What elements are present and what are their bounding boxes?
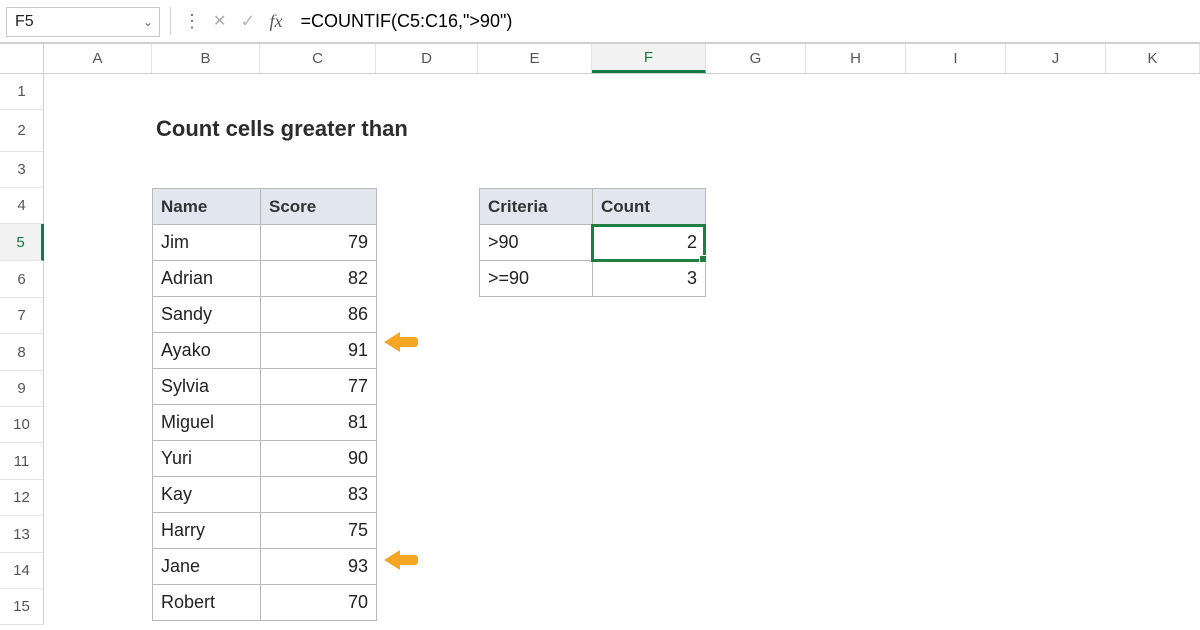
select-all-corner[interactable] [0,44,44,73]
row-header-6[interactable]: 6 [0,261,44,298]
cell-score[interactable]: 93 [261,549,377,585]
cell-score[interactable]: 90 [261,441,377,477]
col-header-H[interactable]: H [806,44,906,73]
row-header-15[interactable]: 15 [0,589,44,625]
spreadsheet-grid: A B C D E F G H I J K 1 2 3 4 5 6 7 8 9 … [0,44,1200,630]
table-row[interactable]: Jane93 [153,549,377,585]
cell-score[interactable]: 70 [261,585,377,621]
arrow-icon [384,332,418,352]
header-criteria[interactable]: Criteria [480,189,593,225]
cell-name[interactable]: Adrian [153,261,261,297]
table-header-row: Name Score [153,189,377,225]
cell-name[interactable]: Jim [153,225,261,261]
cell-count[interactable]: 3 [593,261,706,297]
row-header-14[interactable]: 14 [0,553,44,589]
cell-name[interactable]: Sandy [153,297,261,333]
name-box[interactable]: F5 ⌄ [6,7,160,37]
cell-name[interactable]: Yuri [153,441,261,477]
fx-icon[interactable]: fx [270,11,283,32]
table-row[interactable]: Jim79 [153,225,377,261]
arrow-icon [384,550,418,570]
cell-score[interactable]: 81 [261,405,377,441]
col-header-D[interactable]: D [376,44,478,73]
cell-score[interactable]: 91 [261,333,377,369]
table-row[interactable]: Miguel81 [153,405,377,441]
cell-name[interactable]: Ayako [153,333,261,369]
cell-name[interactable]: Sylvia [153,369,261,405]
cell-score[interactable]: 77 [261,369,377,405]
table-row[interactable]: Yuri90 [153,441,377,477]
row-headers: 1 2 3 4 5 6 7 8 9 10 11 12 13 14 15 [0,74,44,625]
table-row[interactable]: Adrian82 [153,261,377,297]
row-header-12[interactable]: 12 [0,480,44,516]
cell-name[interactable]: Miguel [153,405,261,441]
row-header-3[interactable]: 3 [0,152,44,188]
cell-score[interactable]: 82 [261,261,377,297]
col-header-F[interactable]: F [592,44,706,73]
header-name[interactable]: Name [153,189,261,225]
cell-score[interactable]: 75 [261,513,377,549]
cell-count[interactable]: 2 [593,225,706,261]
col-header-K[interactable]: K [1106,44,1200,73]
row-header-5[interactable]: 5 [0,224,44,261]
table-row[interactable]: Kay83 [153,477,377,513]
col-header-I[interactable]: I [906,44,1006,73]
col-header-C[interactable]: C [260,44,376,73]
table-row[interactable]: Harry75 [153,513,377,549]
cell-criteria[interactable]: >90 [480,225,593,261]
table-row[interactable]: Sandy86 [153,297,377,333]
cell-score[interactable]: 79 [261,225,377,261]
row-header-8[interactable]: 8 [0,334,44,371]
cell-name[interactable]: Harry [153,513,261,549]
row-header-7[interactable]: 7 [0,298,44,334]
row-header-2[interactable]: 2 [0,110,44,152]
formula-bar-buttons: ⋮ ✕ ✓ fx [171,0,295,42]
table-header-row: Criteria Count [480,189,706,225]
main-data-table: Name Score Jim79Adrian82Sandy86Ayako91Sy… [152,188,377,621]
formula-input[interactable] [295,0,1200,42]
cell-name[interactable]: Robert [153,585,261,621]
cell-name[interactable]: Kay [153,477,261,513]
row-header-4[interactable]: 4 [0,188,44,224]
cancel-icon[interactable]: ✕ [213,11,226,31]
table-row[interactable]: Robert70 [153,585,377,621]
col-header-G[interactable]: G [706,44,806,73]
table-row[interactable]: Ayako91 [153,333,377,369]
row-header-9[interactable]: 9 [0,371,44,407]
table-row[interactable]: >902 [480,225,706,261]
cell-score[interactable]: 83 [261,477,377,513]
row-header-10[interactable]: 10 [0,407,44,443]
col-header-J[interactable]: J [1006,44,1106,73]
column-headers: A B C D E F G H I J K [0,44,1200,74]
table-row[interactable]: >=903 [480,261,706,297]
cell-criteria[interactable]: >=90 [480,261,593,297]
vertical-dots-icon[interactable]: ⋮ [183,11,199,32]
name-box-value: F5 [15,13,34,31]
col-header-E[interactable]: E [478,44,592,73]
row-header-13[interactable]: 13 [0,516,44,553]
col-header-A[interactable]: A [44,44,152,73]
formula-bar: F5 ⌄ ⋮ ✕ ✓ fx [0,0,1200,44]
cell-score[interactable]: 86 [261,297,377,333]
row-header-1[interactable]: 1 [0,74,44,110]
result-table: Criteria Count >902>=903 [479,188,706,297]
row-header-11[interactable]: 11 [0,443,44,480]
cell-name[interactable]: Jane [153,549,261,585]
table-row[interactable]: Sylvia77 [153,369,377,405]
enter-icon[interactable]: ✓ [240,11,255,32]
col-header-B[interactable]: B [152,44,260,73]
chevron-down-icon[interactable]: ⌄ [143,15,153,29]
header-score[interactable]: Score [261,189,377,225]
page-title: Count cells greater than [156,116,408,142]
header-count[interactable]: Count [593,189,706,225]
